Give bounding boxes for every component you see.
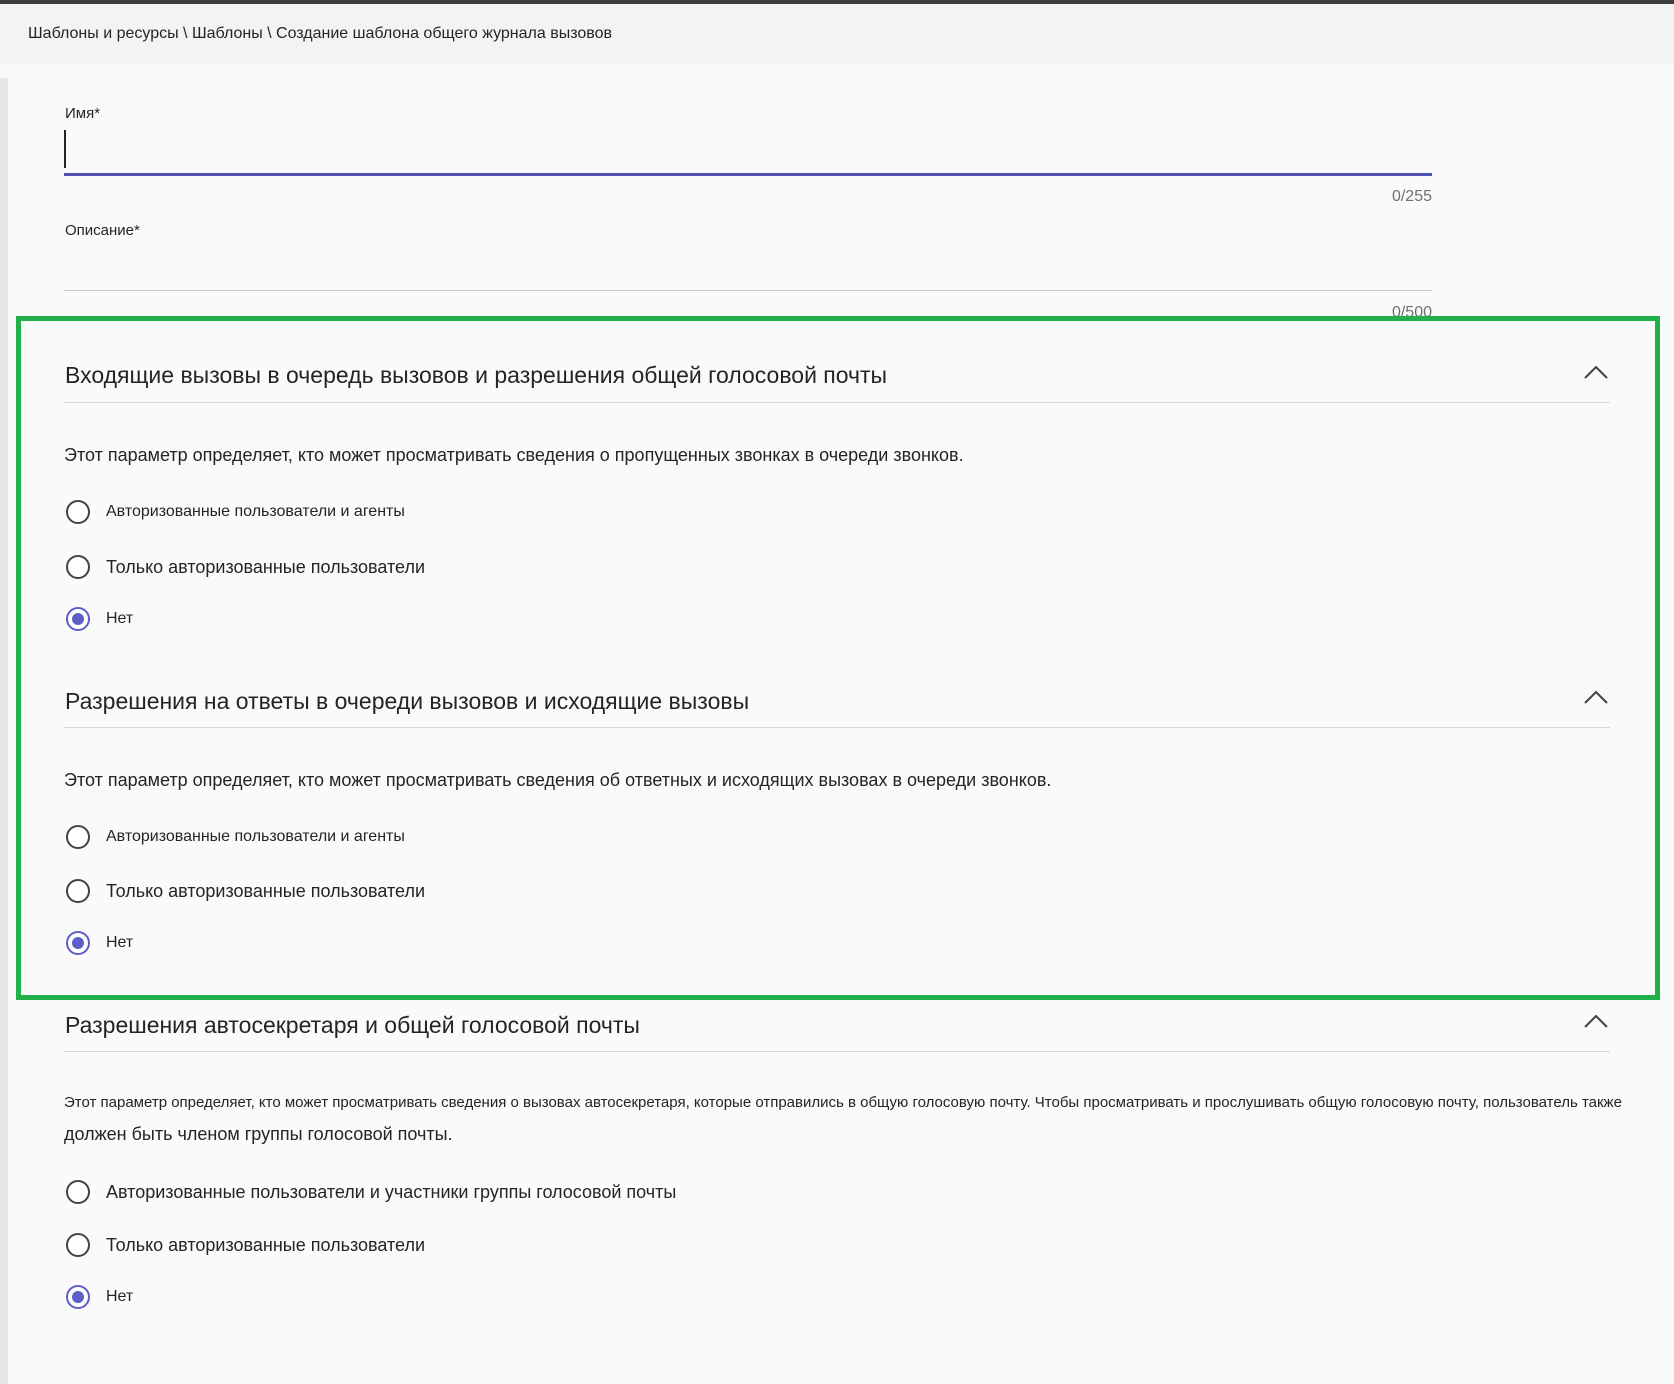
radio-label: Авторизованные пользователи и участники … (106, 1181, 677, 1202)
radio-label: Авторизованные пользователи и агенты (106, 828, 405, 845)
section-1-option-none[interactable]: Нет (66, 607, 133, 631)
section-3-description-line2: должен быть членом группы голосовой почт… (64, 1124, 453, 1144)
radio-label: Нет (106, 610, 134, 627)
section-1-title: Входящие вызовы в очередь вызовов и разр… (65, 362, 888, 388)
radio-label: Авторизованные пользователи и агенты (106, 503, 405, 520)
description-field-label: Описание* (65, 222, 140, 239)
name-field[interactable] (64, 122, 1432, 168)
chevron-up-icon[interactable] (1582, 363, 1610, 383)
section-1-description: Этот параметр определяет, кто может прос… (64, 445, 964, 465)
section-2-option-authorized-only[interactable]: Только авторизованные пользователи (66, 879, 425, 903)
radio-button[interactable] (66, 1233, 90, 1257)
chevron-up-icon[interactable] (1582, 688, 1610, 708)
radio-label: Нет (106, 1288, 134, 1305)
name-char-counter: 0/255 (1391, 188, 1432, 205)
section-3-divider (64, 1051, 1610, 1052)
radio-button[interactable] (66, 555, 90, 579)
radio-button-selected[interactable] (66, 1285, 90, 1309)
radio-button[interactable] (66, 879, 90, 903)
section-2-option-authorized-and-agents[interactable]: Авторизованные пользователи и агенты (66, 825, 405, 849)
radio-button[interactable] (66, 500, 90, 524)
description-field-underline (64, 290, 1432, 291)
section-2-option-none[interactable]: Нет (66, 931, 133, 955)
radio-button-selected[interactable] (66, 607, 90, 631)
section-1-option-authorized-only[interactable]: Только авторизованные пользователи (66, 555, 425, 579)
chevron-up-icon[interactable] (1582, 1012, 1610, 1032)
section-3-option-authorized-and-voicemail-members[interactable]: Авторизованные пользователи и участники … (66, 1180, 676, 1204)
section-1-divider (64, 402, 1610, 403)
section-3-description: Этот параметр определяет, кто может прос… (64, 1094, 1622, 1111)
radio-button[interactable] (66, 1180, 90, 1204)
radio-label: Только авторизованные пользователи (106, 556, 426, 577)
section-3-option-none[interactable]: Нет (66, 1285, 133, 1309)
template-form: Имя* 0/255 Описание* 0/500 Входящие вызо… (0, 0, 1674, 1384)
radio-label: Только авторизованные пользователи (106, 1234, 426, 1255)
section-2-description: Этот параметр определяет, кто может прос… (64, 770, 1052, 790)
radio-label: Только авторизованные пользователи (106, 880, 426, 901)
radio-button-selected[interactable] (66, 931, 90, 955)
section-2-divider (64, 727, 1610, 728)
section-1-option-authorized-and-agents[interactable]: Авторизованные пользователи и агенты (66, 500, 405, 524)
name-field-underline (64, 173, 1432, 176)
section-3-title: Разрешения автосекретаря и общей голосов… (65, 1012, 640, 1038)
section-2-title: Разрешения на ответы в очереди вызовов и… (65, 688, 750, 714)
name-field-label: Имя* (65, 105, 101, 122)
section-3-option-authorized-only[interactable]: Только авторизованные пользователи (66, 1233, 425, 1257)
radio-button[interactable] (66, 825, 90, 849)
radio-label: Нет (106, 934, 134, 951)
text-caret (64, 130, 66, 168)
description-field[interactable] (64, 240, 1432, 286)
